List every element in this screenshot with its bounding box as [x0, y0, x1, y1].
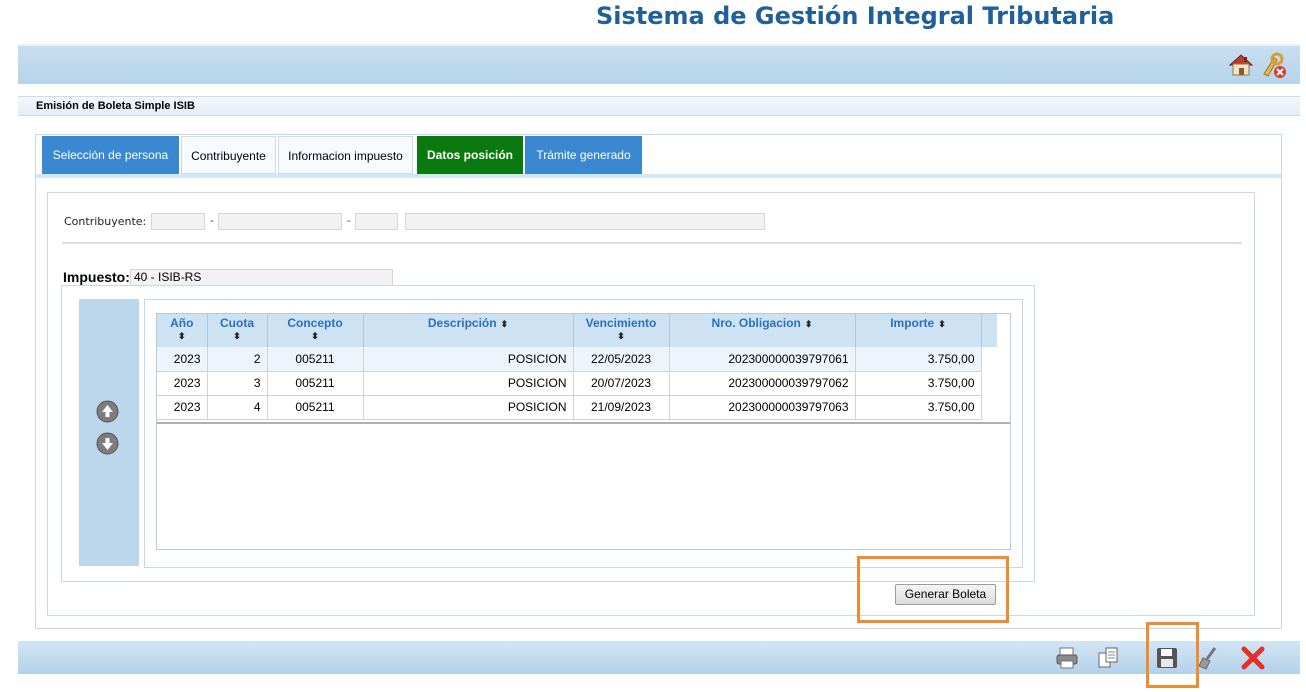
tab-informacion-impuesto[interactable]: Informacion impuesto: [278, 136, 413, 174]
col-concepto-header[interactable]: Concepto ⬍: [267, 314, 364, 347]
cell-descripcion: POSICION: [363, 347, 574, 372]
tab-seleccion-persona[interactable]: Selección de persona: [42, 136, 179, 174]
cell-importe: 3.750,00: [855, 395, 982, 420]
grid-nav-column: [79, 299, 139, 566]
cell-concepto: 005211: [267, 395, 364, 420]
col-cuota-label: Cuota: [220, 316, 254, 330]
cell-anio: 2023: [157, 395, 208, 420]
app-title: Sistema de Gestión Integral Tributaria: [596, 2, 1115, 30]
impuesto-field: 40 - ISIB-RS: [130, 269, 393, 286]
sort-icon: ⬍: [804, 319, 813, 329]
cell-vencimiento: 21/09/2023: [573, 395, 670, 420]
cell-anio: 2023: [157, 371, 208, 396]
tab-datos-posicion[interactable]: Datos posición: [417, 136, 523, 174]
cell-concepto: 005211: [267, 371, 364, 396]
cell-vencimiento: 22/05/2023: [573, 347, 670, 372]
table-row[interactable]: 2023 4 005211 POSICION 21/09/2023 202300…: [157, 395, 997, 420]
contribuyente-label: Contribuyente:: [64, 215, 147, 228]
col-obligacion-label: Nro. Obligacion: [711, 316, 801, 330]
contribuyente-digito-field: [355, 213, 398, 230]
cell-importe: 3.750,00: [855, 371, 982, 396]
col-anio-header[interactable]: Año ⬍: [157, 314, 208, 347]
impuesto-label: Impuesto:: [63, 269, 130, 285]
obligaciones-grid: Año ⬍ Cuota ⬍ Concepto ⬍ Descripción ⬍ Venci…: [157, 314, 997, 420]
cell-cuota: 4: [207, 395, 268, 420]
cell-spacer: [981, 395, 997, 419]
col-descripcion-header[interactable]: Descripción ⬍: [363, 314, 574, 347]
separator-dash: -: [347, 215, 351, 227]
col-vencimiento-header[interactable]: Vencimiento ⬍: [573, 314, 670, 347]
col-descripcion-label: Descripción: [427, 316, 497, 330]
datos-posicion-panel: Contribuyente: - - Impuesto: 40 - ISIB-R…: [47, 192, 1255, 616]
col-importe-header[interactable]: Importe ⬍: [855, 314, 982, 347]
cell-cuota: 3: [207, 371, 268, 396]
table-row[interactable]: 2023 3 005211 POSICION 20/07/2023 202300…: [157, 371, 997, 396]
col-obligacion-header[interactable]: Nro. Obligacion ⬍: [669, 314, 856, 347]
tab-contribuyente[interactable]: Contribuyente: [181, 136, 276, 174]
table-header-row: Año ⬍ Cuota ⬍ Concepto ⬍ Descripción ⬍ Venci…: [157, 314, 997, 347]
sort-icon: ⬍: [177, 331, 186, 341]
cell-descripcion: POSICION: [363, 371, 574, 396]
cell-descripcion: POSICION: [363, 395, 574, 420]
clean-icon[interactable]: [1195, 645, 1221, 671]
col-anio-label: Año: [170, 316, 194, 330]
contribuyente-numero-field: [218, 213, 342, 230]
tabs-strip: Selección de persona Contribuyente Infor…: [36, 135, 1281, 178]
arrow-down-icon[interactable]: [96, 432, 119, 455]
sort-icon: ⬍: [500, 319, 509, 329]
table-row[interactable]: 2023 2 005211 POSICION 22/05/2023 202300…: [157, 347, 997, 372]
col-cuota-header[interactable]: Cuota ⬍: [207, 314, 268, 347]
cell-obligacion: 202300000039797063: [669, 395, 856, 420]
main-panel: Selección de persona Contribuyente Infor…: [35, 134, 1282, 629]
copy-icon[interactable]: [1095, 645, 1121, 671]
cell-concepto: 005211: [267, 347, 364, 372]
cell-anio: 2023: [157, 347, 208, 372]
home-icon[interactable]: [1228, 53, 1254, 77]
print-icon[interactable]: [1054, 645, 1080, 671]
sort-icon: ⬍: [233, 331, 241, 341]
obligaciones-table: Año ⬍ Cuota ⬍ Concepto ⬍ Descripción ⬍ Venci…: [156, 313, 1011, 550]
grid-frame: Año ⬍ Cuota ⬍ Concepto ⬍ Descripción ⬍ Venci…: [144, 299, 1023, 568]
form-header: Emisión de Boleta Simple ISIB: [18, 96, 1300, 116]
generar-boleta-button[interactable]: Generar Boleta: [895, 584, 996, 605]
arrow-up-icon[interactable]: [96, 400, 119, 423]
page: Sistema de Gestión Integral Tributaria E…: [0, 0, 1306, 692]
col-concepto-label: Concepto: [287, 316, 343, 330]
cell-obligacion: 202300000039797061: [669, 347, 856, 372]
contribuyente-nombre-field: [405, 213, 765, 230]
close-icon[interactable]: [1240, 645, 1266, 671]
sort-icon: ⬍: [617, 331, 625, 341]
form-title: Emisión de Boleta Simple ISIB: [36, 100, 195, 112]
separator-dash: -: [210, 215, 214, 227]
tab-tramite-generado[interactable]: Trámite generado: [525, 136, 642, 174]
cell-vencimiento: 20/07/2023: [573, 371, 670, 396]
exit-icon[interactable]: [1260, 52, 1288, 80]
grid-container: Año ⬍ Cuota ⬍ Concepto ⬍ Descripción ⬍ Venci…: [61, 285, 1035, 582]
cell-obligacion: 202300000039797062: [669, 371, 856, 396]
save-icon[interactable]: [1154, 645, 1180, 671]
bottom-toolbar: [18, 641, 1300, 674]
contribuyente-tipo-field: [151, 213, 205, 230]
col-importe-label: Importe: [890, 316, 935, 330]
cell-cuota: 2: [207, 347, 268, 372]
header-spacer: [981, 314, 997, 347]
cell-spacer: [981, 371, 997, 395]
top-bar: [18, 44, 1300, 84]
sort-icon: ⬍: [311, 331, 319, 341]
cell-importe: 3.750,00: [855, 347, 982, 372]
divider: [62, 242, 1242, 244]
sort-icon: ⬍: [938, 319, 946, 329]
col-vencimiento-label: Vencimiento: [585, 316, 657, 330]
table-bottom-border: [157, 422, 1010, 424]
cell-spacer: [981, 347, 997, 371]
